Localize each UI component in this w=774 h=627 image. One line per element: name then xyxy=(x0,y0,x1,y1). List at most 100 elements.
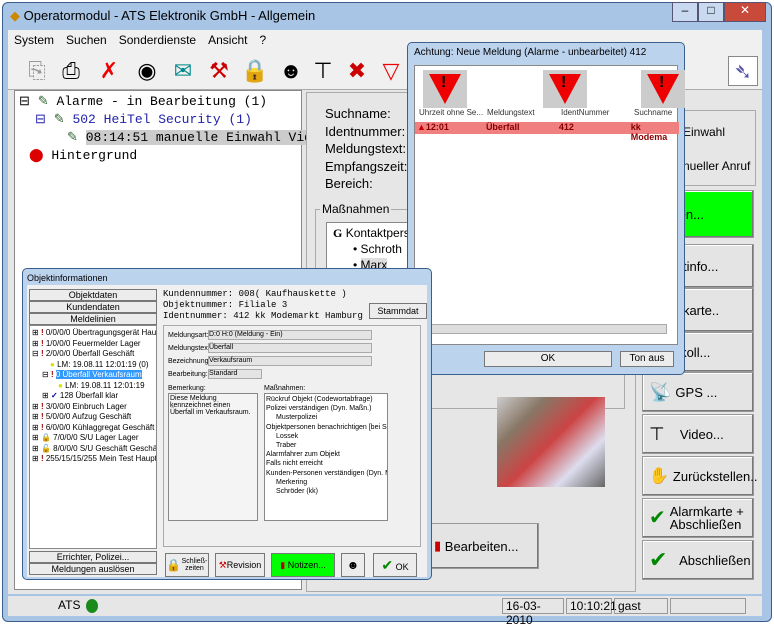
delete-x-icon[interactable]: ✗ xyxy=(94,56,124,86)
revision-button[interactable]: ⚒Revision xyxy=(215,553,265,577)
ton-aus-button[interactable]: Ton aus xyxy=(620,351,674,367)
column-header[interactable]: Uhrzeit ohne Se... xyxy=(415,108,487,120)
label: 3/0/0/0 Einbruch Lager xyxy=(45,401,127,411)
identnummer-value: 412 kk Modemarkt Hamburg xyxy=(233,311,363,321)
camera-icon[interactable]: ⊤ xyxy=(308,56,338,86)
meldung-details: Meldungsart: D:0 H:0 (Meldung - Ein) Mel… xyxy=(163,325,421,547)
tools-icon[interactable]: ⚒ xyxy=(204,56,234,86)
fax-icon[interactable]: ✉ xyxy=(168,56,198,86)
massnahme-item[interactable]: Rückruf Objekt (Codewortabfrage) xyxy=(266,395,386,404)
tab-meldelinien[interactable]: Meldelinien xyxy=(29,313,157,325)
tree-line[interactable]: ⊟ ! 2/0/0/0 Überfall Geschäft xyxy=(32,349,154,360)
gps-button[interactable]: 📡 GPS ... xyxy=(642,372,754,412)
clear-alarm-icon[interactable]: ✖ xyxy=(342,56,372,86)
schliesszeiten-button[interactable]: 🔒 Schließ-zeiten xyxy=(165,553,209,577)
cell: 412 xyxy=(558,122,574,132)
ok-button[interactable]: ✔ OK xyxy=(373,553,417,577)
ok-button[interactable]: OK xyxy=(484,351,612,367)
tree-line[interactable]: ● LM: 19.08.11 12:01:19 (0) xyxy=(32,360,154,371)
warning-triangle-icon[interactable]: ▽ xyxy=(376,56,406,86)
errichter-polizei-button[interactable]: Errichter, Polizei... xyxy=(29,551,157,563)
label: GPS ... xyxy=(675,384,718,400)
zurueckstellen-button[interactable]: ✋ Zurückstellen.. xyxy=(642,456,757,496)
label-bereich: Bereich: xyxy=(325,176,373,191)
massnahme-item[interactable]: Schröder (kk) xyxy=(266,487,386,496)
operator-head-icon[interactable]: ☻ xyxy=(276,56,306,86)
abschliessen-button[interactable]: ✔ Abschließen xyxy=(642,540,754,580)
einwahl-option[interactable]: Einwahl xyxy=(683,125,725,139)
close-button[interactable]: ✕ xyxy=(724,2,766,22)
label: Hintergrund xyxy=(51,148,138,163)
massnahme-item[interactable]: Lossek xyxy=(266,432,386,441)
massnahme-item[interactable]: Musterpolizei xyxy=(266,413,386,422)
menu-suchen[interactable]: Suchen xyxy=(60,30,113,50)
tree-line[interactable]: ⊞ 🔓 8/0/0/0 S/U Geschäft Geschäft xyxy=(32,443,157,455)
logo-icon[interactable]: ➴ xyxy=(728,56,758,86)
expand-icon[interactable]: ⊟ xyxy=(35,112,46,127)
scanner-icon[interactable]: ⎙ xyxy=(56,56,86,86)
label: Alarmkarte + Abschließen xyxy=(669,504,744,532)
tree-item-alarme[interactable]: ⊟ ✎ Alarme - in Bearbeitung (1) xyxy=(19,93,267,111)
label: 0 Überfall Verkaufsraum xyxy=(55,370,142,379)
massnahme-item[interactable]: Falls nicht erreicht xyxy=(266,459,386,468)
tree-line[interactable]: ● LM: 19.08.11 12:01:19 xyxy=(32,381,154,392)
cell: Überfall xyxy=(485,122,520,132)
tree-item-einwahl[interactable]: ✎ 08:14:51 manuelle Einwahl Videos xyxy=(67,129,336,147)
notizen-button[interactable]: ▮ Notizen... xyxy=(271,553,335,577)
manueller-anruf-option[interactable]: nueller Anruf xyxy=(683,159,750,173)
tree-line[interactable]: ⊞ ! 255/15/15/255 Mein Test Hauptber xyxy=(32,454,156,465)
alarm-icon: ▲ xyxy=(417,122,426,132)
horizontal-scrollbar[interactable] xyxy=(427,324,667,334)
dialog-title: Objektinformationen xyxy=(27,273,108,283)
video-button[interactable]: ⊤ Video... xyxy=(642,414,754,454)
massnahme-item[interactable]: Objektpersonen benachrichtigen [bei Scha… xyxy=(266,423,387,432)
column-header[interactable]: Suchname xyxy=(634,108,672,120)
maximize-button[interactable]: □ xyxy=(698,2,724,22)
stammdaten-button[interactable]: Stammdat xyxy=(369,303,427,319)
column-header[interactable]: IdentNummer xyxy=(561,108,634,120)
tree-line-selected[interactable]: ⊟ ! 0 Überfall Verkaufsraum xyxy=(32,370,154,381)
massnahme-item[interactable]: Kunden-Personen verständigen (Dyn. Maßn.… xyxy=(266,469,387,478)
expand-icon[interactable]: ⊟ xyxy=(19,94,30,109)
massnahme-item[interactable]: Traber xyxy=(266,441,386,450)
tree-item-heitel[interactable]: ⊟ ✎ 502 HeiTel Security (1) xyxy=(35,111,252,129)
meldungen-ausloesen-button[interactable]: Meldungen auslösen xyxy=(29,563,157,575)
bearbeiten-button[interactable]: ▮ Bearbeiten... xyxy=(429,523,539,569)
minimize-button[interactable]: – xyxy=(672,2,698,22)
massnahme-item[interactable]: Merkering xyxy=(266,478,386,487)
menu-help[interactable]: ? xyxy=(253,30,272,50)
tree-line[interactable]: ⊞ ✓ 128 Überfall klar xyxy=(32,391,154,402)
alarmkarte-abschliessen-button[interactable]: ✔ Alarmkarte + Abschließen xyxy=(642,498,754,538)
bemerkung-textarea[interactable]: Diese Meldung kennzeichnet einen Überfal… xyxy=(168,393,258,521)
tree-line[interactable]: ⊞ ! 1/0/0/0 Feuermelder Lager xyxy=(32,339,154,350)
meldelinien-tree: ⊞ ! 0/0/0/0 Übertragungsgerät Hauptb ⊞ !… xyxy=(29,325,157,549)
alert-row[interactable]: ▲12:01 Überfall 412 kk Modema xyxy=(415,122,679,142)
check-icon: ✔ xyxy=(381,557,394,573)
menu-sonderdienste[interactable]: Sonderdienste xyxy=(113,30,202,50)
tab-kundendaten[interactable]: Kundendaten xyxy=(29,301,157,313)
label: 5/0/0/0 Aufzug Geschäft xyxy=(45,412,132,421)
label: 8/0/0/0 S/U Geschäft Geschäft xyxy=(53,443,157,453)
tree-item-hintergrund[interactable]: ⬤ Hintergrund xyxy=(29,147,137,165)
label: Zurückstellen.. xyxy=(672,468,758,484)
tree-line[interactable]: ⊞ 🔒 7/0/0/0 S/U Lager Lager xyxy=(32,433,154,444)
massnahmen-title: Maßnahmen xyxy=(320,202,392,216)
label: Revision xyxy=(226,560,262,570)
menu-system[interactable]: System xyxy=(8,30,60,50)
alert-list: Uhrzeit ohne Se...MeldungstextIdentNumme… xyxy=(414,65,685,345)
tree-line[interactable]: ⊞ ! 0/0/0/0 Übertragungsgerät Hauptb xyxy=(32,328,156,339)
tree-line[interactable]: ⊞ ! 5/0/0/0 Aufzug Geschäft xyxy=(32,412,154,423)
lock-icon[interactable]: 🔒 xyxy=(240,56,270,86)
massnahme-item[interactable]: Polizei verständigen (Dyn. Maßn.) xyxy=(266,404,386,413)
operator-head-button[interactable]: ☻ xyxy=(341,553,365,577)
menu-ansicht[interactable]: Ansicht xyxy=(202,30,253,50)
massnahme-item[interactable]: Alarmfahrer zum Objekt xyxy=(266,450,386,459)
tab-objektdaten[interactable]: Objektdaten xyxy=(29,289,157,301)
column-header[interactable]: Meldungstext xyxy=(487,108,561,120)
binoculars-icon[interactable]: ◉ xyxy=(132,56,162,86)
video-snapshot[interactable] xyxy=(497,397,605,487)
tree-line[interactable]: ⊞ ! 6/0/0/0 Kühlaggregat Geschäft xyxy=(32,423,154,434)
tree-line[interactable]: ⊞ ! 3/0/0/0 Einbruch Lager xyxy=(32,402,154,413)
alarm-card-icon: ✎ xyxy=(37,94,49,109)
print-icon[interactable]: ⎘ xyxy=(22,56,52,86)
